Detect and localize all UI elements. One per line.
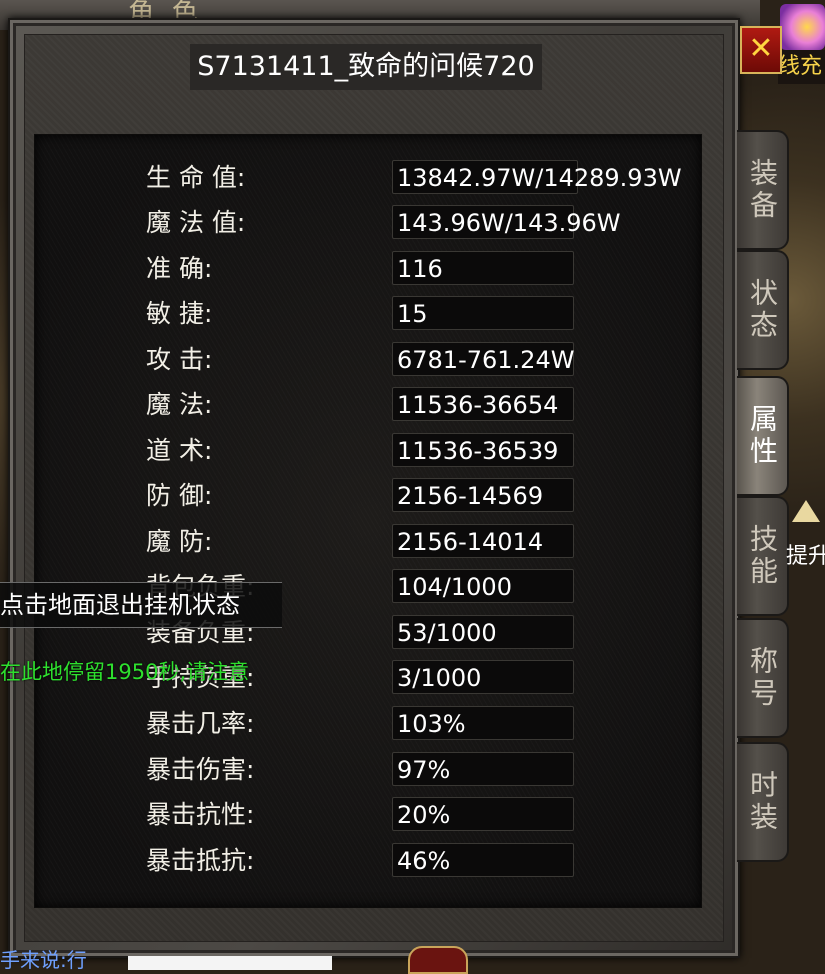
stat-value: 11536-36539 <box>392 433 574 467</box>
character-name-title: S7131411_致命的问候720 <box>190 44 542 90</box>
stat-label: 暴击抗性: <box>146 800 255 829</box>
stat-value: 2156-14569 <box>392 478 574 512</box>
stat-label: 生 命 值: <box>146 163 246 192</box>
stat-value: 46% <box>392 843 574 877</box>
stat-value: 2156-14014 <box>392 524 574 558</box>
tab-equipment[interactable]: 装备 <box>737 130 789 250</box>
stat-label: 魔 法 值: <box>146 208 246 237</box>
stat-label: 道 术: <box>146 436 213 465</box>
upgrade-label: 提升 <box>786 544 825 569</box>
stat-label: 暴击伤害: <box>146 755 255 784</box>
tab-titles[interactable]: 称号 <box>737 618 789 738</box>
stat-label: 魔 法: <box>146 390 213 419</box>
stat-value: 15 <box>392 296 574 330</box>
stat-value: 116 <box>392 251 574 285</box>
stat-value: 97% <box>392 752 574 786</box>
tab-status[interactable]: 状态 <box>737 250 789 370</box>
stat-value: 53/1000 <box>392 615 574 649</box>
up-arrow-icon <box>792 500 820 522</box>
chat-input-bar[interactable] <box>128 956 332 970</box>
tab-skills[interactable]: 技能 <box>737 496 789 616</box>
close-button[interactable]: ✕ <box>740 26 782 74</box>
stat-value: 103% <box>392 706 574 740</box>
crystal-icon[interactable] <box>780 4 825 50</box>
stat-value: 143.96W/143.96W <box>392 205 621 239</box>
stat-label: 准 确: <box>146 254 213 283</box>
stat-label: 攻 击: <box>146 345 213 374</box>
auto-hang-hint: 点击地面退出挂机状态 <box>0 582 282 628</box>
upgrade-button[interactable]: 提升 <box>786 500 825 569</box>
stat-value: 20% <box>392 797 574 831</box>
stat-value: 13842.97W/14289.93W <box>392 160 682 194</box>
stat-label: 敏 捷: <box>146 299 213 328</box>
stat-label: 防 御: <box>146 481 213 510</box>
stat-label: 暴击几率: <box>146 709 255 738</box>
recharge-banner[interactable]: 线充 <box>778 50 825 84</box>
stat-value: 6781-761.24W <box>392 342 574 376</box>
stat-label: 暴击抵抗: <box>146 846 255 875</box>
stat-value: 3/1000 <box>392 660 574 694</box>
attribute-panel <box>34 134 702 908</box>
tab-fashion[interactable]: 时装 <box>737 742 789 862</box>
tab-attributes[interactable]: 属性 <box>737 376 789 496</box>
stat-value: 104/1000 <box>392 569 574 603</box>
stat-label: 魔 防: <box>146 527 213 556</box>
stat-value: 11536-36654 <box>392 387 574 421</box>
chat-line: 手来说:行 <box>0 950 87 970</box>
stay-warning: 在此地停留1950秒,请注意 <box>0 660 250 684</box>
